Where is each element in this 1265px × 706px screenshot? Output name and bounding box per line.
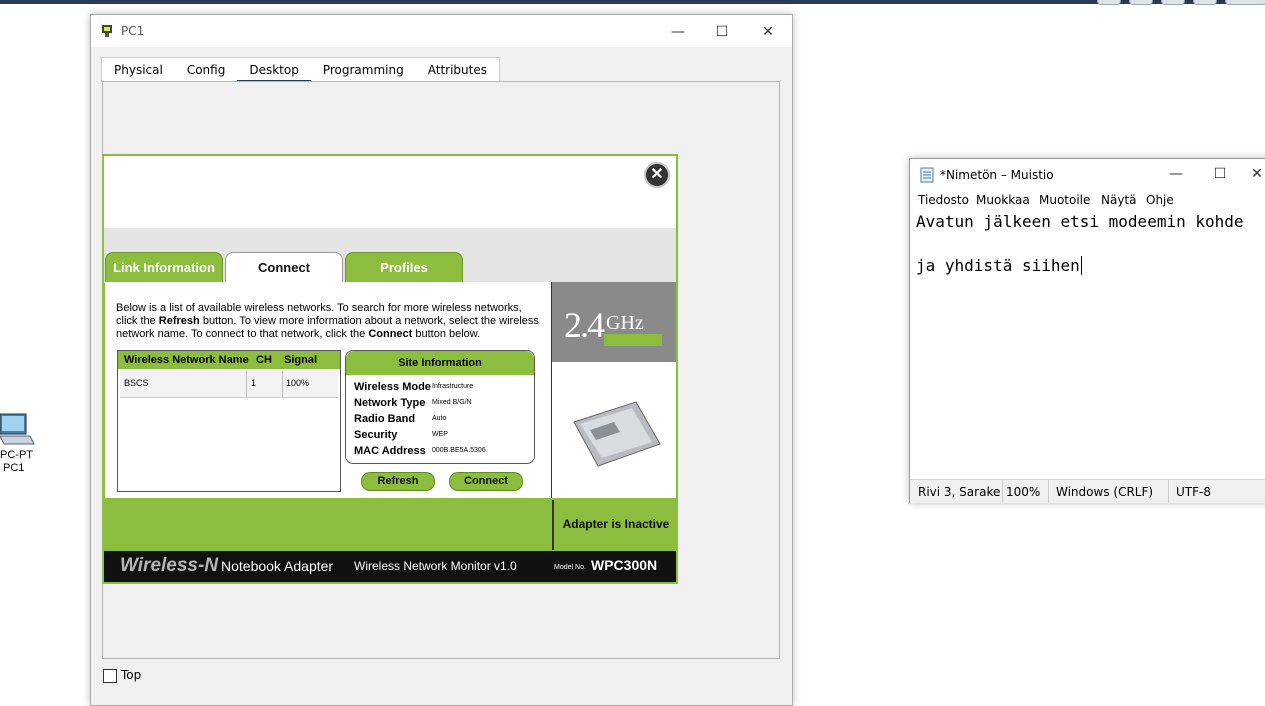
site-key-security: Security <box>354 429 398 441</box>
toolbar-icon[interactable] <box>1129 0 1153 5</box>
column-ch: CH <box>256 354 272 366</box>
menu-format[interactable]: Muotoile <box>1039 193 1090 207</box>
pc1-tab-bar: Physical Config Desktop Programming Attr… <box>101 57 500 83</box>
status-zoom: 100% <box>1006 485 1041 499</box>
tab-profiles[interactable]: Profiles <box>345 252 463 284</box>
site-key-radio-band: Radio Band <box>354 413 416 425</box>
pc-device-type-label: PC-PT <box>0 449 33 461</box>
menu-file[interactable]: Tiedosto <box>918 193 969 207</box>
app-header-white <box>104 156 676 228</box>
close-button[interactable]: ✕ <box>753 21 783 43</box>
band-unit: GHz <box>606 312 644 334</box>
column-divider <box>282 371 283 397</box>
minimize-button[interactable]: — <box>1161 163 1191 185</box>
top-taskbar-strip <box>0 0 1265 4</box>
menu-edit[interactable]: Muokkaa <box>976 193 1030 207</box>
tab-config[interactable]: Config <box>175 58 238 82</box>
column-network-name: Wireless Network Name <box>124 354 249 366</box>
footer-brand: Wireless-N <box>120 555 219 576</box>
band-value: 2.4 <box>564 305 605 345</box>
network-ch-cell: 1 <box>251 378 257 388</box>
notepad-text-area[interactable]: Avatun jälkeen etsi modeemin kohde ja yhd… <box>916 211 1244 277</box>
top-checkbox-label: Top <box>121 668 142 682</box>
status-divider <box>1002 480 1003 503</box>
footer-model: WPC300N <box>591 557 658 573</box>
status-divider <box>1048 480 1049 503</box>
column-divider <box>246 371 247 397</box>
footer-model-label: Model No. <box>554 564 586 571</box>
tab-attributes[interactable]: Attributes <box>416 58 499 82</box>
site-key-network-type: Network Type <box>354 397 426 409</box>
status-position: Rivi 3, Sarake 18 <box>918 485 1004 499</box>
text-cursor <box>1080 256 1082 275</box>
wireless-monitor-app: ✕ Link Information Connect Profiles Belo… <box>102 154 678 584</box>
adapter-status: Adapter is Inactive <box>552 500 678 550</box>
tab-programming[interactable]: Programming <box>311 58 416 82</box>
maximize-button[interactable]: ☐ <box>707 21 737 43</box>
network-list-table: Wireless Network Name CH Signal BSCS 1 1… <box>117 350 341 492</box>
table-row[interactable]: BSCS 1 100% <box>120 371 338 398</box>
tab-physical[interactable]: Physical <box>102 58 175 82</box>
site-value-radio-band: Auto <box>432 415 447 422</box>
toolbar-icon[interactable] <box>1225 0 1265 5</box>
pc-device-name-label: PC1 <box>3 462 25 474</box>
connect-instructions: Below is a list of available wireless ne… <box>116 302 539 340</box>
site-information-title: Site Information <box>346 351 534 375</box>
footer-product: Notebook Adapter <box>221 558 334 574</box>
footer-monitor-version: Wireless Network Monitor v1.0 <box>354 559 517 573</box>
site-information-box: Site Information Wireless Mode Infrastru… <box>345 350 535 464</box>
notepad-icon <box>920 167 934 183</box>
network-signal-cell: 100% <box>286 378 310 388</box>
refresh-button[interactable]: Refresh <box>361 472 435 491</box>
status-divider <box>1168 480 1169 503</box>
text-line: ja yhdistä siihen <box>916 256 1082 275</box>
pc1-window-title: PC1 <box>121 24 145 38</box>
notebook-adapter-card-icon <box>573 401 661 467</box>
top-checkbox[interactable] <box>103 669 117 683</box>
notepad-window: *Nimetön – Muistio — ☐ ✕ Tiedosto Muokka… <box>909 158 1265 503</box>
text-line <box>916 233 1244 255</box>
tab-desktop[interactable]: Desktop <box>237 58 311 83</box>
status-line-ending: Windows (CRLF) <box>1056 485 1154 499</box>
maximize-button[interactable]: ☐ <box>1205 163 1235 185</box>
site-key-wireless-mode: Wireless Mode <box>354 381 431 393</box>
toolbar-icon[interactable] <box>1161 0 1185 5</box>
pc1-titlebar[interactable]: PC1 — ☐ ✕ <box>91 15 792 47</box>
toolbar-icon[interactable] <box>1097 0 1121 5</box>
site-value-security: WEP <box>432 431 448 438</box>
site-key-mac-address: MAC Address <box>354 445 426 457</box>
adapter-image-panel <box>552 362 676 498</box>
app-footer: Wireless-N Notebook Adapter Wireless Net… <box>104 551 676 582</box>
site-value-network-type: Mixed B/G/N <box>432 399 472 406</box>
menu-view[interactable]: Näytä <box>1101 193 1137 207</box>
app-close-button[interactable]: ✕ <box>644 162 670 188</box>
tab-connect[interactable]: Connect <box>225 252 343 286</box>
status-encoding: UTF-8 <box>1176 485 1211 499</box>
close-button[interactable]: ✕ <box>1248 163 1265 185</box>
tab-link-information[interactable]: Link Information <box>105 252 223 284</box>
packet-tracer-icon <box>102 25 112 37</box>
notepad-title: *Nimetön – Muistio <box>940 168 1054 182</box>
toolbar-icon[interactable] <box>1193 0 1217 5</box>
minimize-button[interactable]: — <box>663 21 693 43</box>
site-value-mac-address: 000B.BE5A.5306 <box>432 447 486 454</box>
connect-button[interactable]: Connect <box>449 472 523 491</box>
notepad-status-bar: Rivi 3, Sarake 18 100% Windows (CRLF) UT… <box>910 479 1265 503</box>
column-signal: Signal <box>284 354 318 366</box>
site-value-wireless-mode: Infrastructure <box>432 383 474 390</box>
app-bottom-bar <box>104 500 552 550</box>
text-line: Avatun jälkeen etsi modeemin kohde <box>916 212 1244 231</box>
computer-icon <box>0 413 35 445</box>
band-accent-bar <box>604 334 662 346</box>
network-name-cell: BSCS <box>124 378 149 388</box>
network-table-header: Wireless Network Name CH Signal <box>118 351 340 369</box>
menu-help[interactable]: Ohje <box>1146 193 1174 207</box>
pc-device-icon[interactable] <box>0 410 40 450</box>
